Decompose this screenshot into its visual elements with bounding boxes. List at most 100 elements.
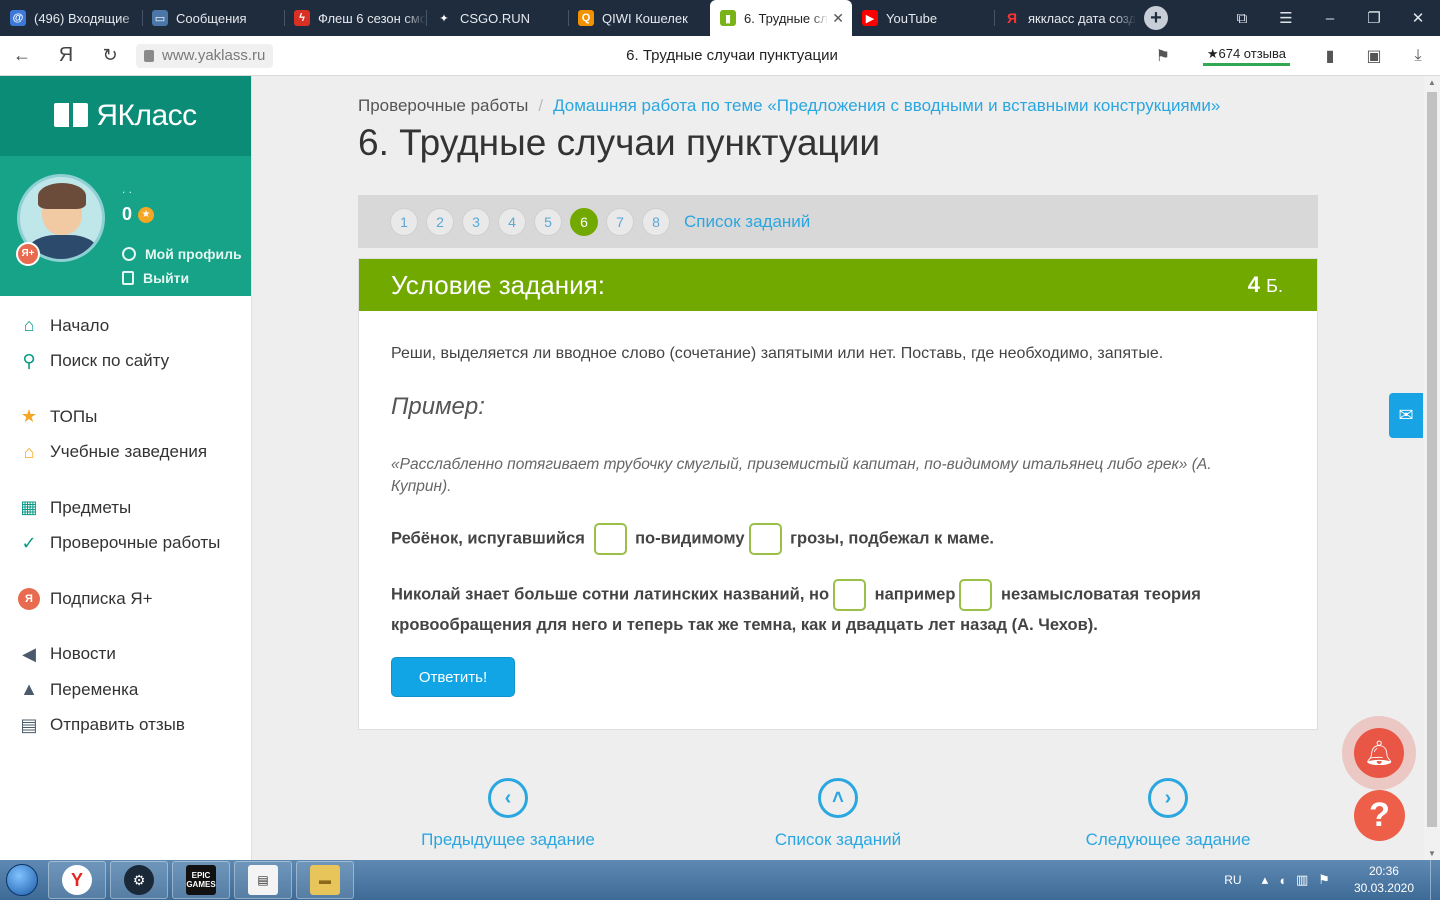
profile-icon [122, 247, 136, 261]
scrollbar-thumb[interactable] [1427, 92, 1437, 827]
page-3[interactable]: 3 [462, 207, 490, 236]
taskbar-yandex-browser[interactable]: Y [48, 861, 106, 899]
breadcrumb-homework-link[interactable]: Домашняя работа по теме «Предложения с в… [553, 96, 1220, 115]
logo-text: ЯКласс [96, 99, 197, 132]
scroll-up-icon[interactable]: ▲ [1424, 78, 1440, 87]
sidebar-item-label: Учебные заведения [50, 442, 208, 462]
yandex-home-icon[interactable]: Я [44, 44, 88, 67]
page-1[interactable]: 1 [390, 207, 418, 236]
close-tab-icon[interactable]: ✕ [832, 10, 844, 27]
sidebar-item-label: Поиск по сайту [50, 351, 170, 371]
sidebar-item-schools[interactable]: ⌂ Учебные заведения [0, 435, 251, 471]
logout-icon [122, 271, 134, 285]
sentence-1-part-c: грозы, подбежал к маме. [790, 529, 994, 548]
page-7[interactable]: 7 [606, 207, 634, 236]
sidebar-item-home[interactable]: ⌂ Начало [0, 308, 251, 344]
scroll-down-icon[interactable]: ▼ [1424, 849, 1440, 858]
action-center-flag-icon[interactable]: ⚑ [1318, 872, 1330, 888]
sentence-1: Ребёнок, испугавшийся по-видимому грозы,… [391, 523, 994, 555]
back-icon[interactable]: ← [0, 45, 44, 66]
sidebar-item-tests[interactable]: ✓ Проверочные работы [0, 526, 251, 562]
download-icon[interactable]: ⤓ [1396, 47, 1440, 65]
volume-icon[interactable]: ◖ [1278, 873, 1286, 888]
reviews-badge[interactable]: ★674 отзыва [1202, 46, 1290, 66]
yaklass-logo[interactable]: ЯКласс [0, 76, 251, 156]
task-list-link[interactable]: Список заданий [684, 212, 810, 232]
translate-icon[interactable]: ⚑ [1141, 46, 1185, 66]
browser-tab-yaklass[interactable]: ▮ 6. Трудные случаи ✕ [710, 0, 852, 36]
url-field[interactable]: www.yaklass.ru [136, 43, 274, 68]
steam-icon: ⚙ [124, 865, 154, 895]
sidebar-item-subscription[interactable]: Я Подписка Я+ [0, 581, 251, 617]
page-2[interactable]: 2 [426, 207, 454, 236]
network-icon[interactable]: ▥ [1296, 872, 1308, 888]
page-6-current[interactable]: 6 [570, 207, 598, 236]
sidebar-item-subjects[interactable]: ▦ Предметы [0, 490, 251, 526]
browser-tab-flash[interactable]: ϟ Флеш 6 сезон смотреть [284, 0, 426, 36]
sentence-2-part-a: Николай знает больше сотни латинских наз… [391, 585, 830, 604]
taskbar-epic-games[interactable]: EPIC GAMES [172, 861, 230, 899]
browser-tab-messages[interactable]: ▭ Сообщения [142, 0, 284, 36]
reload-icon[interactable]: ↻ [88, 45, 132, 66]
taskbar-notepad[interactable]: ▤ [234, 861, 292, 899]
page-8[interactable]: 8 [642, 207, 670, 236]
taskbar-steam[interactable]: ⚙ [110, 861, 168, 899]
tab-label: YouTube [886, 10, 938, 26]
mail-feedback-button[interactable]: ✉ [1389, 393, 1423, 438]
page-scrollbar[interactable]: ▲ ▼ [1424, 76, 1440, 860]
answer-button[interactable]: Ответить! [391, 657, 515, 697]
search-icon: ⚲ [22, 350, 36, 371]
show-desktop-button[interactable] [1430, 860, 1440, 900]
check-circle-icon: ✓ [21, 532, 37, 553]
tray-expand-icon[interactable]: ▴ [1262, 872, 1269, 888]
new-tab-button[interactable]: + [1136, 0, 1176, 36]
next-task-link[interactable]: › Следующее задание [1048, 778, 1288, 850]
epic-games-icon: EPIC GAMES [186, 865, 216, 895]
comma-box-1[interactable] [593, 523, 627, 555]
page-5[interactable]: 5 [534, 207, 562, 236]
browser-tab-csgo[interactable]: ✦ CSGO.RUN [426, 0, 568, 36]
tab-label: Флеш 6 сезон смотреть [318, 10, 426, 26]
browser-tab-yandex[interactable]: Я яккласс дата создания [994, 0, 1136, 36]
sidebar-item-tops[interactable]: ★ ТОПы [0, 399, 251, 435]
breadcrumb-tests-link[interactable]: Проверочные работы [358, 96, 528, 115]
collections-icon[interactable]: ▣ [1352, 46, 1396, 66]
help-button[interactable]: ? [1354, 790, 1405, 841]
sentence-1-part-a: Ребёнок, испугавшийся [391, 529, 585, 548]
my-profile-link[interactable]: Мой профиль [122, 246, 242, 262]
browser-tab-qiwi[interactable]: Q QIWI Кошелек [568, 0, 710, 36]
megaphone-icon: ◀ [22, 643, 36, 664]
page-4[interactable]: 4 [498, 207, 526, 236]
prev-task-link[interactable]: ‹ Предыдущее задание [388, 778, 628, 850]
sidebar-item-break[interactable]: ▲ Переменка [0, 672, 251, 708]
comma-box-2[interactable] [748, 523, 782, 555]
browser-tab-youtube[interactable]: ▶ YouTube [852, 0, 994, 36]
comma-box-3[interactable] [833, 579, 867, 611]
bookmark-icon[interactable]: ▮ [1308, 46, 1352, 66]
restore-icon[interactable]: ❐ [1352, 9, 1396, 27]
task-list-bottom-link[interactable]: ˄ Список заданий [718, 778, 958, 850]
notifications-button[interactable]: 🔔︎ [1342, 716, 1416, 790]
points-unit: Б. [1266, 276, 1283, 296]
example-label: Пример: [391, 393, 485, 420]
tabs-icon[interactable]: ⧉ [1220, 10, 1264, 27]
sidebar-item-feedback[interactable]: ▤ Отправить отзыв [0, 708, 251, 744]
minimize-icon[interactable]: – [1308, 10, 1352, 27]
sidebar-item-search[interactable]: ⚲ Поиск по сайту [0, 344, 251, 380]
sidebar-item-label: Начало [50, 315, 110, 335]
comma-box-4[interactable] [959, 579, 993, 611]
sidebar-item-news[interactable]: ◀ Новости [0, 637, 251, 673]
logout-link[interactable]: Выйти [122, 270, 189, 286]
browser-tab-mail[interactable]: @ (496) Входящие [0, 0, 142, 36]
subscription-badge-icon: Я+ [16, 242, 40, 266]
sidebar-menu: ⌂ Начало ⚲ Поиск по сайту ★ ТОПы ⌂ Учебные з… [0, 296, 251, 743]
start-button[interactable] [0, 860, 44, 900]
user-name: . . [122, 182, 133, 196]
address-right-controls: ⚑ ★674 отзыва ▮ ▣ ⤓ [1141, 46, 1440, 66]
sidebar-item-label: Предметы [50, 497, 132, 517]
menu-icon[interactable]: ☰ [1264, 9, 1308, 27]
taskbar-explorer[interactable]: ▬ [296, 861, 354, 899]
language-indicator[interactable]: RU [1224, 873, 1241, 887]
system-clock[interactable]: 20:36 30.03.2020 [1354, 863, 1414, 897]
close-window-icon[interactable]: ✕ [1396, 9, 1440, 27]
